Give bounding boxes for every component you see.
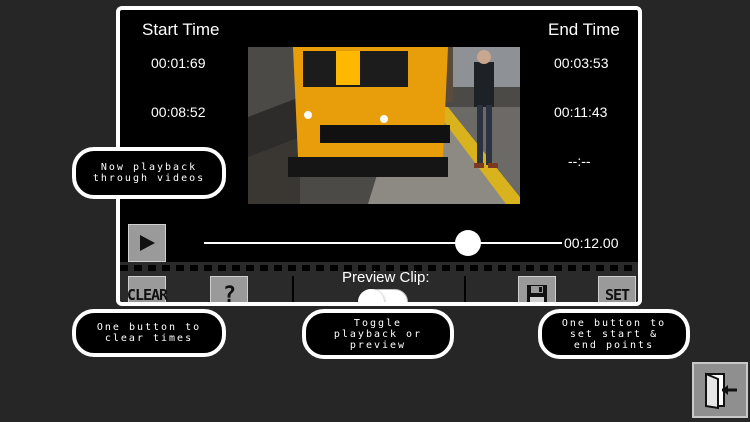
preview-toggle-knob (358, 289, 384, 302)
video-player[interactable] (248, 20, 520, 204)
timeline-thumb[interactable] (455, 230, 481, 256)
tip-toggle: Toggle playback or preview (302, 309, 454, 359)
film-divider (464, 276, 466, 302)
timeline-time: 00:12.00 (564, 235, 619, 251)
set-button-label: SET (604, 286, 630, 304)
save-icon (527, 285, 547, 302)
play-icon (140, 235, 155, 251)
timeline-track[interactable] (204, 242, 562, 244)
film-divider (292, 276, 294, 302)
tip-clear: One button to clear times (72, 309, 226, 357)
end-time-1[interactable]: 00:03:53 (554, 55, 609, 71)
save-button[interactable] (518, 276, 556, 302)
help-button[interactable]: ? (210, 276, 248, 306)
exit-door-icon (705, 372, 737, 410)
clear-button[interactable]: CLEAR (126, 276, 168, 304)
exit-button[interactable] (692, 362, 748, 418)
start-time-1[interactable]: 00:01:69 (151, 55, 206, 71)
clear-button-label: CLEAR (126, 286, 168, 304)
preview-toggle[interactable] (358, 289, 408, 302)
end-time-2[interactable]: 00:11:43 (554, 104, 607, 120)
end-time-3[interactable]: --:-- (568, 153, 591, 169)
start-time-label: Start Time (142, 20, 220, 39)
end-time-label: End Time (548, 20, 620, 39)
help-icon: ? (222, 282, 236, 306)
set-button[interactable]: SET (598, 276, 636, 304)
video-frame (248, 47, 520, 204)
tip-playback: Now playback through videos (72, 147, 226, 199)
preview-clip-label: Preview Clip: (342, 269, 430, 286)
start-time-2[interactable]: 00:08:52 (151, 104, 206, 120)
tip-set: One button to set start & end points (538, 309, 690, 359)
play-button[interactable] (128, 224, 166, 262)
